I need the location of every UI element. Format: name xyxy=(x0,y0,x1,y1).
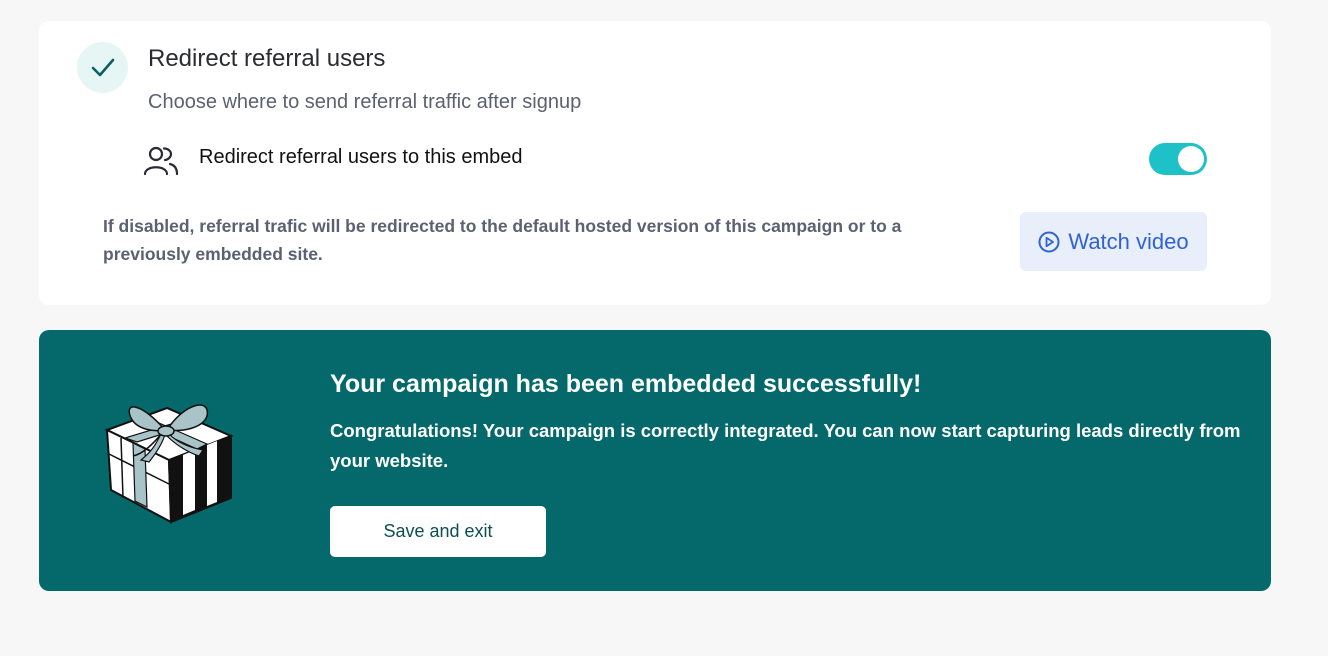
redirect-toggle[interactable] xyxy=(1149,143,1207,175)
card-title: Redirect referral users xyxy=(148,45,386,72)
redirect-option-label: Redirect referral users to this embed xyxy=(199,146,523,168)
redirect-settings-card: Redirect referral users Choose where to … xyxy=(39,21,1271,305)
gift-box-illustration xyxy=(104,404,234,524)
watch-video-button[interactable]: Watch video xyxy=(1020,212,1207,271)
toggle-knob xyxy=(1178,146,1204,172)
check-icon xyxy=(77,42,128,93)
redirect-help-text: If disabled, referral trafic will be red… xyxy=(103,216,902,264)
banner-title: Your campaign has been embedded successf… xyxy=(330,370,922,398)
watch-video-label: Watch video xyxy=(1068,228,1189,254)
success-banner: Your campaign has been embedded successf… xyxy=(39,330,1271,591)
play-circle-icon xyxy=(1038,231,1060,252)
card-subtitle: Choose where to send referral traffic af… xyxy=(148,91,582,113)
save-and-exit-button[interactable]: Save and exit xyxy=(330,506,546,557)
users-icon xyxy=(143,146,179,176)
banner-text: Congratulations! Your campaign is correc… xyxy=(330,420,1241,471)
